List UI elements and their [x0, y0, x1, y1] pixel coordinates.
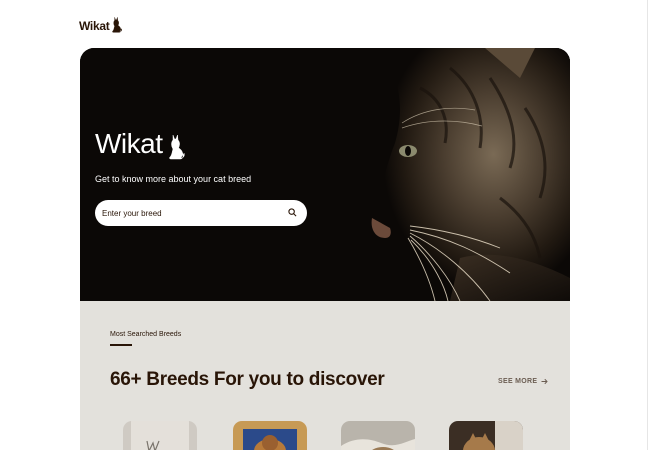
main-card: Wikat Get to know more about your cat br… — [80, 48, 570, 450]
cat-icon — [112, 17, 123, 33]
breed-image-3 — [341, 421, 415, 450]
search-icon[interactable] — [288, 208, 297, 217]
cat-icon — [168, 134, 185, 160]
breeds-section: Most Searched Breeds 66+ Breeds For you … — [80, 301, 570, 450]
breed-card-3[interactable] — [341, 421, 415, 450]
breed-card-1[interactable] — [123, 421, 197, 450]
hero-logo: Wikat — [95, 128, 186, 160]
hero-title: Wikat — [95, 128, 163, 159]
arrow-right-icon — [541, 378, 549, 385]
eyebrow-underline — [110, 344, 132, 346]
breed-card-4[interactable] — [449, 421, 523, 450]
see-more-label: SEE MORE — [498, 378, 538, 385]
breed-image-1 — [123, 421, 197, 450]
breed-card-2[interactable] — [233, 421, 307, 450]
section-headline: 66+ Breeds For you to discover — [110, 369, 385, 390]
section-eyebrow: Most Searched Breeds — [110, 331, 182, 338]
see-more-link[interactable]: SEE MORE — [498, 378, 549, 385]
window-edge — [647, 0, 648, 450]
hero-section: Wikat Get to know more about your cat br… — [80, 48, 570, 301]
breed-image-4 — [449, 421, 523, 450]
breed-image-2 — [233, 421, 307, 450]
search-input[interactable] — [100, 207, 284, 219]
header-logo-text: Wikat — [79, 19, 110, 33]
search-bar — [95, 200, 307, 226]
header-logo[interactable]: Wikat — [79, 16, 123, 33]
hero-subtitle: Get to know more about your cat breed — [95, 174, 252, 184]
